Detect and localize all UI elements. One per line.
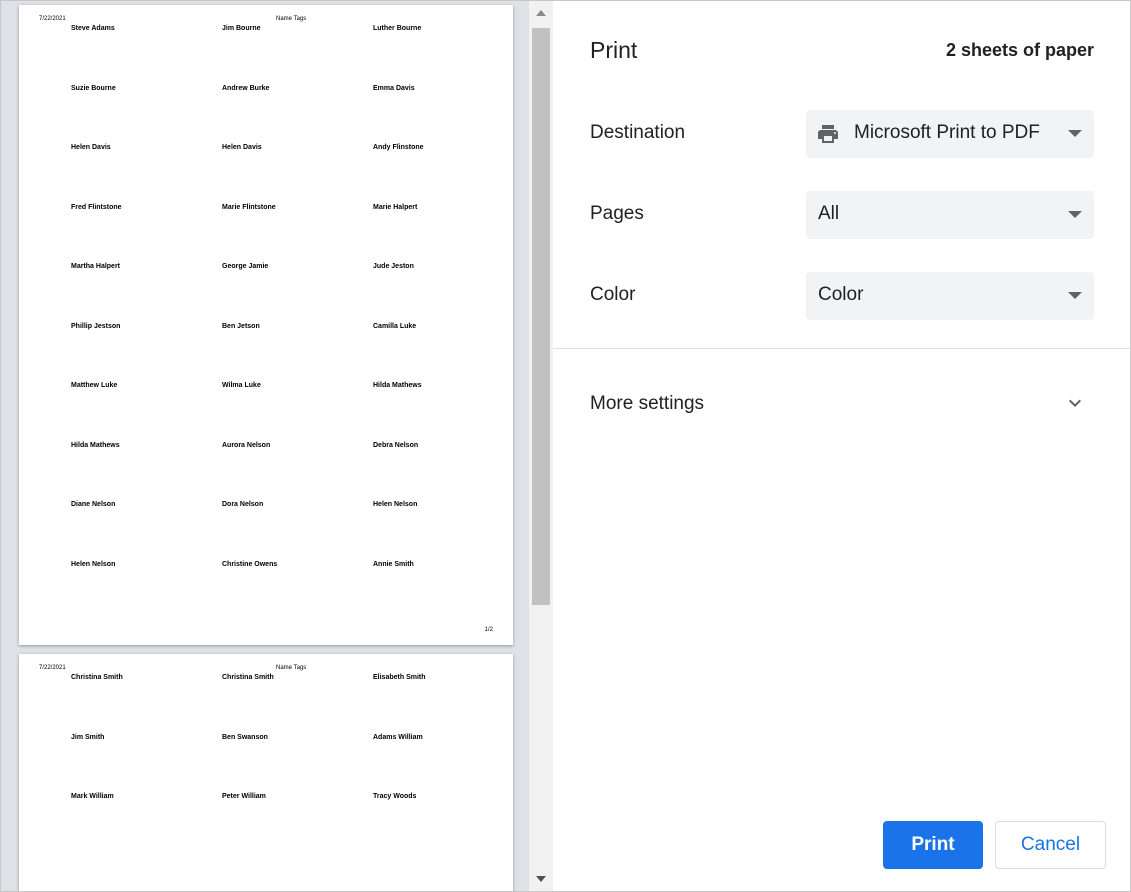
name-tag: Jim Smith (71, 733, 105, 741)
name-tag: Marie Flintstone (222, 203, 276, 211)
name-tag: Hilda Mathews (71, 441, 120, 449)
name-tag: Andrew Burke (222, 84, 270, 92)
name-tag: Debra Nelson (373, 441, 419, 449)
sheets-count: 2 sheets of paper (945, 40, 1094, 60)
chevron-down-icon (1069, 399, 1081, 407)
scroll-down-arrow-icon[interactable] (536, 876, 546, 882)
preview-scrollbar[interactable] (529, 1, 553, 891)
name-tag: Diane Nelson (71, 501, 116, 508)
name-tag: Christina Smith (222, 674, 274, 681)
name-tag: Ben Jetson (222, 322, 260, 330)
destination-value: Microsoft Print to PDF (854, 122, 1040, 143)
page-header-title: Name Tags (276, 16, 307, 22)
name-tag: Peter William (222, 793, 266, 800)
dropdown-arrow-icon (1068, 130, 1082, 137)
page-header-title: Name Tags (276, 665, 307, 671)
name-tag: Fred Flintstone (71, 203, 122, 211)
page-date: 7/22/2021 (39, 16, 66, 22)
name-tag: Ben Swanson (222, 733, 268, 741)
name-tag: Annie Smith (373, 560, 414, 568)
name-tag: Helen Davis (222, 144, 262, 151)
name-tag: Christina Smith (71, 674, 123, 681)
name-tag: Adams William (373, 733, 423, 741)
name-tag: Luther Bourne (373, 25, 422, 32)
print-preview-pane: 7/22/2021 Name Tags Steve Adams Jim Bourn… (0, 0, 553, 892)
name-tag: Steve Adams (71, 25, 115, 32)
name-tag: Wilma Luke (222, 382, 261, 389)
name-tag: Emma Davis (373, 84, 415, 92)
name-tag: Martha Halpert (71, 263, 121, 270)
more-settings-label: More settings (590, 393, 705, 414)
name-tag: Jim Bourne (222, 25, 261, 32)
cancel-button[interactable]: Cancel (995, 821, 1106, 869)
page-number: 1/2 (484, 627, 493, 633)
name-tag: Helen Davis (71, 144, 111, 151)
printer-icon (818, 125, 838, 143)
print-settings-pane: Print 2 sheets of paper Destination Micr… (553, 0, 1131, 892)
name-tag: Andy Flinstone (373, 144, 424, 151)
preview-page-2: 7/22/2021 Name Tags Christina Smith Chris… (19, 654, 513, 891)
scroll-thumb[interactable] (532, 28, 550, 605)
name-tag: Helen Nelson (373, 501, 418, 508)
preview-page-1: 7/22/2021 Name Tags Steve Adams Jim Bourn… (19, 5, 513, 645)
pages-label: Pages (590, 203, 644, 224)
name-tag: Phillip Jestson (71, 322, 121, 330)
page-title: Print (590, 37, 638, 63)
name-tag: Aurora Nelson (222, 441, 271, 449)
destination-select[interactable]: Microsoft Print to PDF (806, 110, 1094, 158)
scroll-up-arrow-icon[interactable] (536, 10, 546, 16)
color-value: Color (818, 284, 864, 305)
dropdown-arrow-icon (1068, 211, 1082, 218)
name-tag: Camilla Luke (373, 322, 417, 330)
name-tag: Mark William (71, 793, 114, 800)
dropdown-arrow-icon (1068, 292, 1082, 299)
name-tag: Suzie Bourne (71, 84, 116, 92)
color-select[interactable]: Color (806, 272, 1094, 320)
name-tag: Hilda Mathews (373, 382, 422, 389)
page-date: 7/22/2021 (39, 665, 66, 671)
name-tag: Tracy Woods (373, 793, 417, 800)
name-tag: Matthew Luke (71, 382, 118, 389)
color-label: Color (590, 284, 636, 305)
name-tag: Jude Jeston (373, 263, 414, 270)
name-tag: Christine Owens (222, 560, 278, 568)
name-tag: George Jamie (222, 263, 269, 270)
destination-label: Destination (590, 122, 686, 143)
print-button[interactable]: Print (883, 821, 983, 869)
pages-value: All (818, 203, 840, 224)
name-tag: Helen Nelson (71, 560, 116, 568)
name-tag: Marie Halpert (373, 203, 418, 211)
divider (553, 348, 1131, 349)
more-settings-toggle[interactable]: More settings (553, 371, 1131, 437)
name-tag: Dora Nelson (222, 501, 264, 508)
pages-select[interactable]: All (806, 191, 1094, 239)
name-tag: Elisabeth Smith (373, 674, 426, 681)
